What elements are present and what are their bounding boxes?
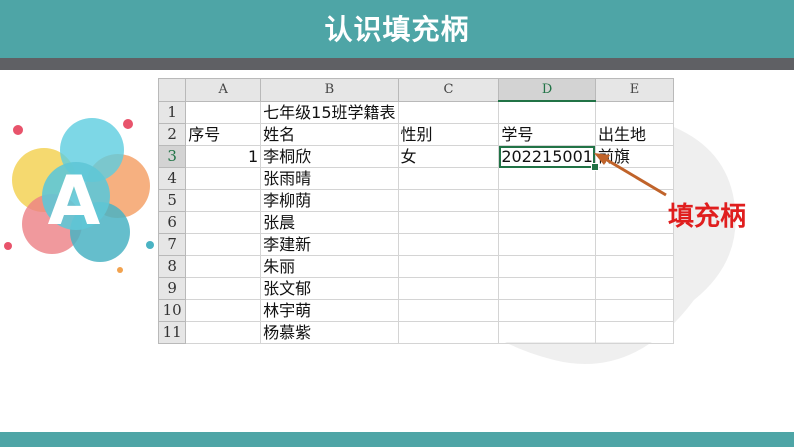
cell-c7[interactable] [397, 233, 500, 256]
cell-c3[interactable]: 女 [397, 145, 500, 168]
cell-c1[interactable] [397, 100, 500, 124]
column-header-c[interactable]: C [397, 78, 500, 102]
cell-c6[interactable] [397, 211, 500, 234]
bottom-bar [0, 432, 794, 447]
cell-e2[interactable]: 出生地 [594, 123, 675, 146]
cell-b9[interactable]: 张文郁 [260, 277, 399, 300]
cell-c2[interactable]: 性别 [397, 123, 500, 146]
column-header-b[interactable]: B [260, 78, 399, 102]
fill-handle-callout-label: 填充柄 [668, 202, 747, 232]
cell-a11[interactable] [185, 321, 262, 344]
column-header-e[interactable]: E [594, 78, 675, 102]
cell-d8[interactable] [498, 255, 596, 278]
cell-a9[interactable] [185, 277, 262, 300]
cell-c9[interactable] [397, 277, 500, 300]
cell-c4[interactable] [397, 167, 500, 190]
row-header[interactable]: 10 [157, 299, 187, 322]
cell-e7[interactable] [594, 233, 675, 256]
cell-a7[interactable] [185, 233, 262, 256]
cell-a5[interactable] [185, 189, 262, 212]
cell-c8[interactable] [397, 255, 500, 278]
row-header[interactable]: 8 [157, 255, 187, 278]
letter-a-badge: A [4, 118, 154, 273]
cell-e10[interactable] [594, 299, 675, 322]
cell-b8[interactable]: 朱丽 [260, 255, 399, 278]
cell-d10[interactable] [498, 299, 596, 322]
cell-c5[interactable] [397, 189, 500, 212]
cell-d2[interactable]: 学号 [498, 123, 596, 146]
cell-b11[interactable]: 杨慕紫 [260, 321, 399, 344]
cell-a6[interactable] [185, 211, 262, 234]
select-all-corner[interactable] [157, 78, 187, 102]
cell-c10[interactable] [397, 299, 500, 322]
cell-b2[interactable]: 姓名 [260, 123, 399, 146]
cell-d11[interactable] [498, 321, 596, 344]
cell-b7[interactable]: 李建新 [260, 233, 399, 256]
cell-d9[interactable] [498, 277, 596, 300]
cell-b3[interactable]: 李桐欣 [260, 145, 399, 168]
cell-e9[interactable] [594, 277, 675, 300]
row-header[interactable]: 9 [157, 277, 187, 300]
title-bar: 认识填充柄 [0, 0, 794, 58]
cell-a3[interactable]: 1 [185, 145, 262, 168]
cell-e1[interactable] [594, 100, 675, 124]
cell-a10[interactable] [185, 299, 262, 322]
column-header-d[interactable]: D [498, 78, 596, 102]
cell-c11[interactable] [397, 321, 500, 344]
row-header[interactable]: 7 [157, 233, 187, 256]
cell-d7[interactable] [498, 233, 596, 256]
cell-a8[interactable] [185, 255, 262, 278]
row-header[interactable]: 1 [157, 100, 187, 124]
cell-b6[interactable]: 张晨 [260, 211, 399, 234]
column-header-a[interactable]: A [185, 78, 262, 102]
cell-e8[interactable] [594, 255, 675, 278]
cell-a2[interactable]: 序号 [185, 123, 262, 146]
cell-d1[interactable] [498, 100, 596, 124]
cell-a4[interactable] [185, 167, 262, 190]
slide-title: 认识填充柄 [324, 13, 470, 46]
row-header[interactable]: 4 [157, 167, 187, 190]
cell-e11[interactable] [594, 321, 675, 344]
cell-b1[interactable]: 七年级15班学籍表 [260, 100, 399, 124]
row-header[interactable]: 3 [157, 145, 187, 168]
row-header[interactable]: 5 [157, 189, 187, 212]
title-divider [0, 58, 794, 70]
row-header[interactable]: 11 [157, 321, 187, 344]
badge-letter: A [48, 162, 101, 241]
cell-b10[interactable]: 林宇萌 [260, 299, 399, 322]
cell-b5[interactable]: 李柳荫 [260, 189, 399, 212]
row-header[interactable]: 6 [157, 211, 187, 234]
cell-a1[interactable] [185, 100, 262, 124]
row-header[interactable]: 2 [157, 123, 187, 146]
cell-b4[interactable]: 张雨晴 [260, 167, 399, 190]
